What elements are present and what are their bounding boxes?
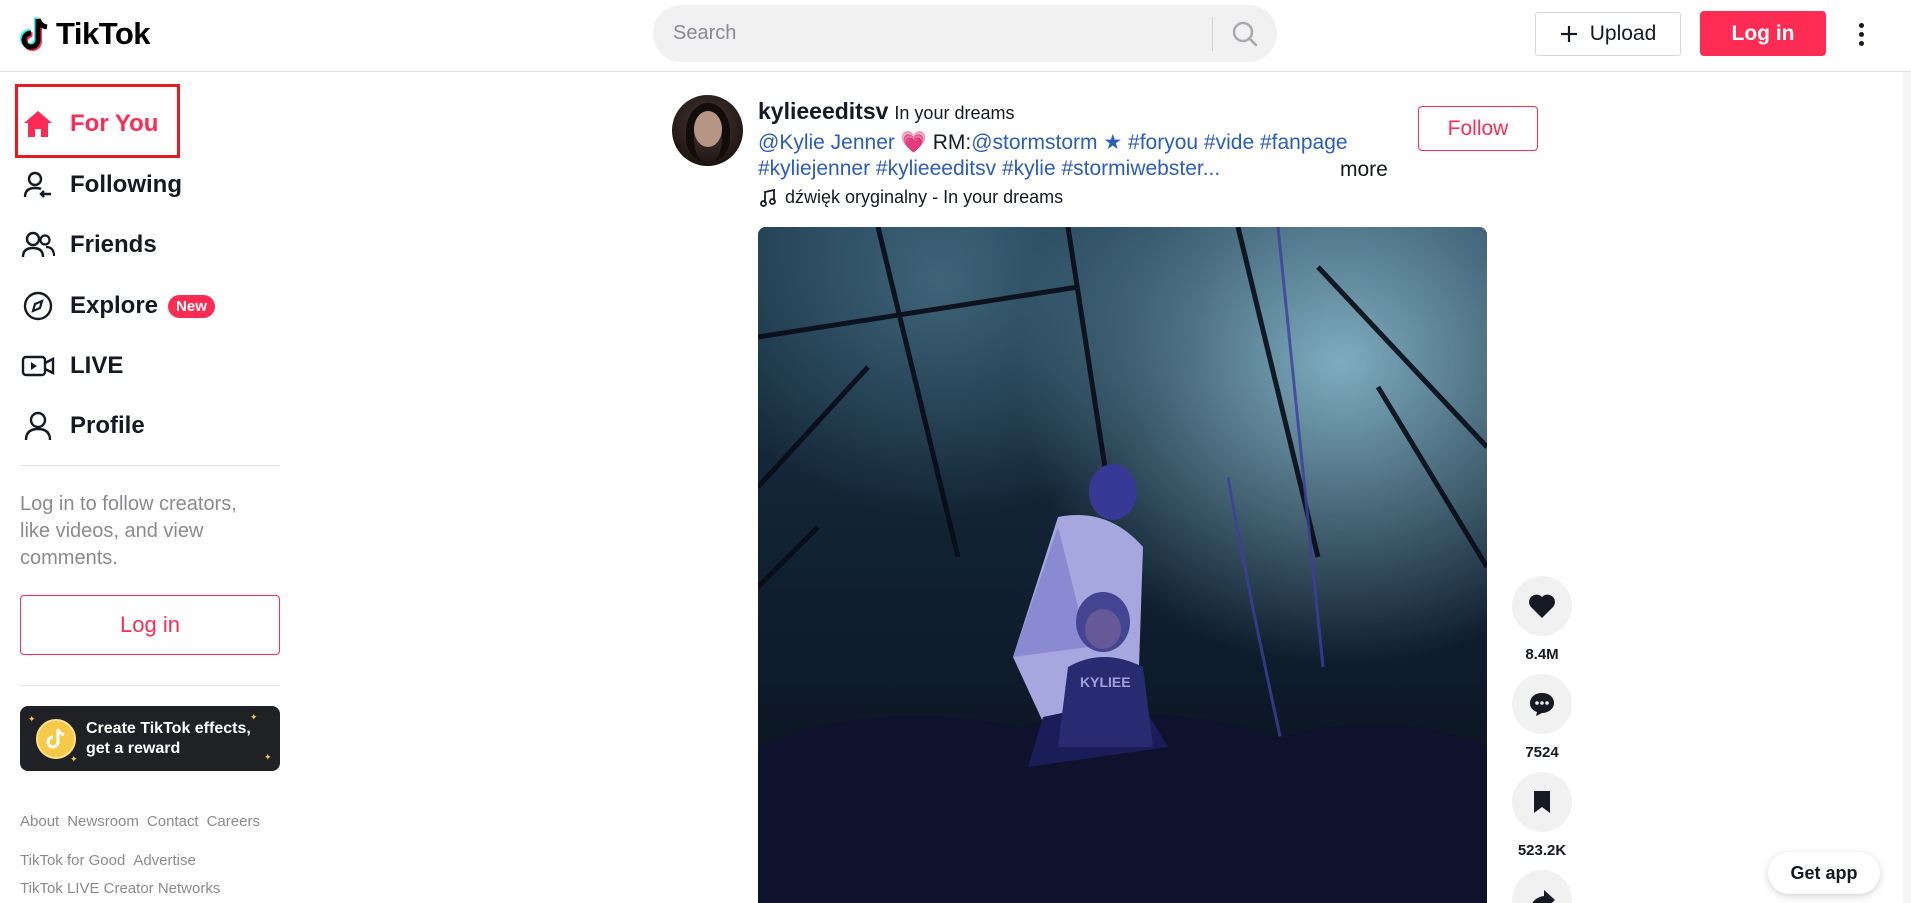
footer-links-row2: TikTok for Good Advertise bbox=[20, 852, 196, 869]
tiktok-coin-icon bbox=[36, 718, 76, 759]
save-action: 523.2K bbox=[1512, 772, 1572, 859]
sidebar-item-label: Profile bbox=[70, 412, 145, 439]
sidebar-item-friends[interactable]: Friends bbox=[20, 220, 157, 270]
author-avatar[interactable] bbox=[672, 95, 743, 166]
music-title: dźwięk oryginalny - In your dreams bbox=[785, 187, 1064, 207]
comment-button[interactable] bbox=[1512, 674, 1572, 734]
footer-link-about[interactable]: About bbox=[20, 813, 59, 830]
footer-link-tiktok-for-good[interactable]: TikTok for Good bbox=[20, 852, 125, 869]
login-button[interactable]: Log in bbox=[1700, 11, 1826, 56]
heart-icon bbox=[1529, 594, 1555, 618]
footer-link-contact[interactable]: Contact bbox=[147, 813, 199, 830]
hashtag-links[interactable]: #kyliejenner #kylieeeditsv #kylie #storm… bbox=[758, 157, 1220, 180]
hashtag-links[interactable]: #foryou #vide #fanpage bbox=[1128, 131, 1348, 154]
like-button[interactable] bbox=[1512, 576, 1572, 636]
heart-emoji-icon: 💗 bbox=[900, 131, 927, 154]
sidebar-divider bbox=[20, 465, 280, 466]
comment-action: 7524 bbox=[1512, 674, 1572, 761]
search-button[interactable] bbox=[1213, 5, 1277, 62]
get-app-button[interactable]: Get app bbox=[1768, 852, 1880, 894]
sidebar-item-following[interactable]: Following bbox=[20, 160, 182, 210]
following-icon bbox=[20, 167, 56, 203]
like-count: 8.4M bbox=[1525, 646, 1559, 663]
tiktok-logo-icon bbox=[20, 17, 48, 51]
sidebar-login-button[interactable]: Log in bbox=[20, 595, 280, 655]
sidebar-divider bbox=[20, 685, 280, 686]
music-link[interactable]: dźwięk oryginalny - In your dreams bbox=[760, 187, 1063, 208]
profile-icon bbox=[20, 408, 56, 444]
save-count: 523.2K bbox=[1517, 842, 1567, 859]
sidebar: For You Following Friends Explore New LI… bbox=[0, 73, 300, 903]
footer-links-row1: About Newsroom Contact Careers bbox=[20, 813, 260, 830]
sidebar-item-label: Explore bbox=[70, 292, 159, 319]
page-scrollbar[interactable] bbox=[1903, 72, 1911, 903]
sidebar-item-for-you[interactable]: For You bbox=[20, 99, 158, 149]
sidebar-item-label: LIVE bbox=[70, 352, 124, 379]
save-button[interactable] bbox=[1512, 772, 1572, 832]
friends-icon bbox=[20, 227, 56, 263]
footer-links-row3: TikTok LIVE Creator Networks bbox=[20, 880, 220, 897]
like-action: 8.4M bbox=[1512, 576, 1572, 663]
author-line: kylieeeditsv In your dreams bbox=[758, 98, 1014, 125]
more-menu-icon[interactable] bbox=[1851, 14, 1871, 54]
search-icon bbox=[1232, 21, 1258, 46]
comment-count: 7524 bbox=[1525, 744, 1559, 761]
video-player[interactable]: KYLIEE bbox=[758, 227, 1487, 903]
footer-link-careers[interactable]: Careers bbox=[207, 813, 260, 830]
post-description: @Kylie Jenner 💗 RM:@stormstorm ★ #foryou… bbox=[758, 130, 1388, 182]
footer-link-live-creator-networks[interactable]: TikTok LIVE Creator Networks bbox=[20, 880, 220, 897]
live-icon bbox=[20, 348, 56, 384]
upload-label: Upload bbox=[1589, 22, 1657, 45]
home-icon bbox=[20, 106, 56, 142]
top-header: TikTok Upload Log in bbox=[0, 0, 1911, 72]
follow-button[interactable]: Follow bbox=[1418, 106, 1538, 151]
sidebar-item-live[interactable]: LIVE bbox=[20, 341, 123, 391]
star-symbol: ★ bbox=[1097, 131, 1129, 154]
share-icon bbox=[1532, 890, 1555, 903]
sidebar-item-label: For You bbox=[70, 110, 159, 137]
video-frame: KYLIEE bbox=[758, 227, 1487, 903]
tiktok-logo[interactable]: TikTok bbox=[18, 14, 151, 54]
music-note-icon bbox=[760, 188, 776, 207]
share-action bbox=[1512, 870, 1572, 903]
upload-button[interactable]: Upload bbox=[1535, 12, 1681, 56]
create-effects-banner[interactable]: ✦ ✦ ✦ ✦ Create TikTok effects, get a rew… bbox=[20, 706, 280, 771]
plus-icon bbox=[1560, 26, 1577, 42]
author-nickname: In your dreams bbox=[894, 103, 1015, 123]
logo-text: TikTok bbox=[56, 16, 151, 51]
footer-link-newsroom[interactable]: Newsroom bbox=[67, 813, 139, 830]
comment-icon bbox=[1530, 693, 1554, 716]
search-input[interactable] bbox=[653, 5, 1212, 62]
effects-banner-text: Create TikTok effects, get a reward bbox=[86, 719, 251, 757]
author-username[interactable]: kylieeeditsv bbox=[758, 98, 888, 125]
new-badge: New bbox=[168, 294, 215, 318]
desc-text: RM: bbox=[926, 131, 972, 154]
bookmark-icon bbox=[1534, 791, 1550, 813]
explore-icon bbox=[20, 288, 56, 324]
sidebar-item-label: Following bbox=[70, 171, 182, 198]
sidebar-item-profile[interactable]: Profile bbox=[20, 401, 145, 451]
login-hint: Log in to follow creators, like videos, … bbox=[20, 493, 237, 569]
mention-link[interactable]: @Kylie Jenner bbox=[758, 131, 895, 154]
sidebar-item-explore[interactable]: Explore New bbox=[20, 281, 215, 331]
share-button[interactable] bbox=[1512, 870, 1572, 903]
sidebar-item-label: Friends bbox=[70, 231, 157, 258]
mention-link[interactable]: @stormstorm bbox=[971, 131, 1097, 154]
footer-link-advertise[interactable]: Advertise bbox=[133, 852, 196, 869]
search-bar bbox=[653, 5, 1277, 62]
description-more-button[interactable]: more bbox=[1340, 158, 1388, 182]
